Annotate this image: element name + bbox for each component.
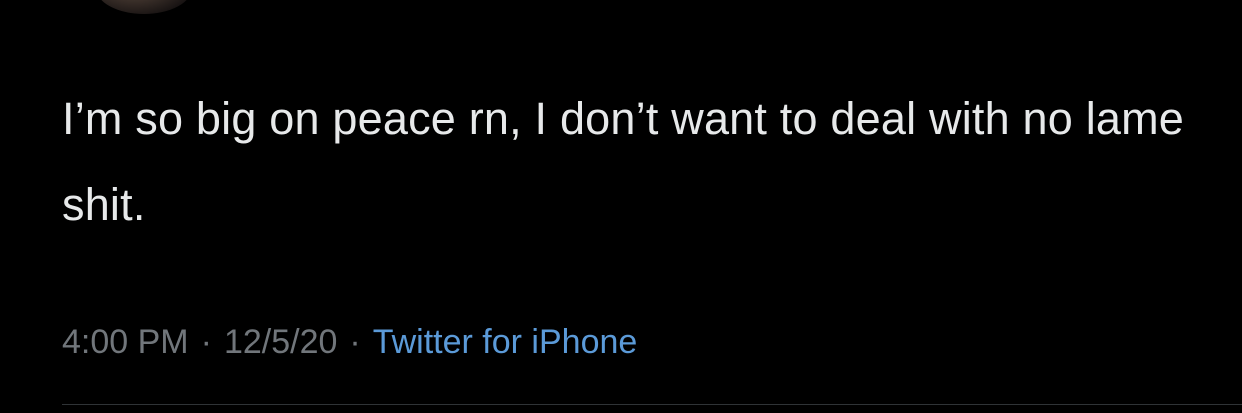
tweet-metadata: 4:00 PM · 12/5/20 · Twitter for iPhone	[62, 318, 637, 366]
avatar[interactable]	[96, 0, 192, 14]
tweet-detail: I’m so big on peace rn, I don’t want to …	[0, 0, 1242, 413]
tweet-date[interactable]: 12/5/20	[224, 318, 337, 366]
tweet-text: I’m so big on peace rn, I don’t want to …	[62, 93, 1185, 230]
divider	[62, 404, 1242, 405]
tweet-time[interactable]: 4:00 PM	[62, 318, 189, 366]
tweet-source-link[interactable]: Twitter for iPhone	[373, 318, 638, 366]
meta-separator: ·	[349, 323, 361, 361]
meta-separator: ·	[200, 323, 212, 361]
